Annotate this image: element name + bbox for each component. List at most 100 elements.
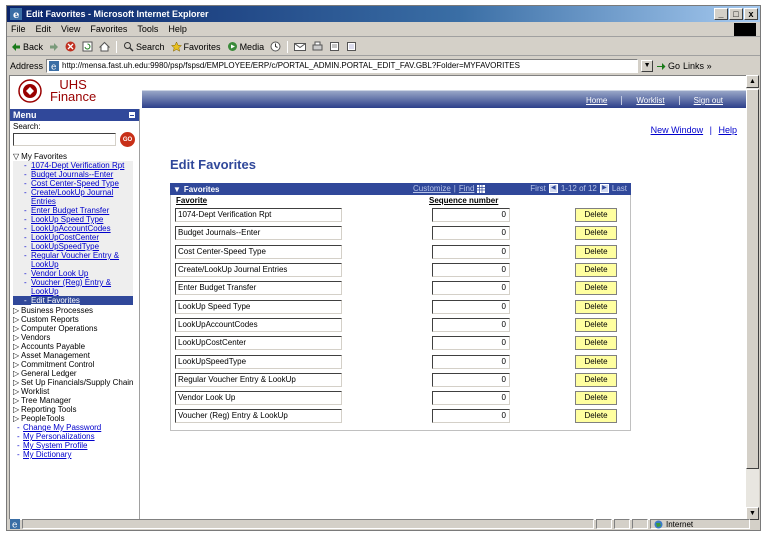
sidebar-folder[interactable]: ▷ Tree Manager [13,396,139,405]
sequence-number-input[interactable]: 0 [432,226,510,241]
menu-tools[interactable]: Tools [137,24,158,34]
favorite-name-input[interactable]: Enter Budget Transfer [175,281,342,296]
maximize-button[interactable]: □ [729,8,743,20]
sidebar-folder[interactable]: ▷ Commitment Control [13,360,139,369]
address-dropdown-button[interactable]: ▼ [641,59,654,72]
delete-button[interactable]: Delete [575,354,617,369]
delete-button[interactable]: Delete [575,244,617,259]
print-button[interactable] [312,41,323,52]
previous-page-icon[interactable]: ◀ [548,184,558,193]
favorite-name-input[interactable]: 1074-Dept Verification Rpt [175,208,342,223]
my-favorites-folder[interactable]: ▽ My Favorites [13,152,139,161]
sidebar-folder[interactable]: ▷ Asset Management [13,351,139,360]
favorite-name-input[interactable]: LookUpCostCenter [175,336,342,351]
sidebar-favorite-item[interactable]: LookUpSpeedType [13,242,133,251]
sidebar-tool-link[interactable]: Change My Password [13,423,139,432]
favorite-name-input[interactable]: LookUp Speed Type [175,299,342,314]
first-link[interactable]: First [530,184,546,193]
sequence-number-input[interactable]: 0 [432,372,510,387]
sequence-number-input[interactable]: 0 [432,208,510,223]
sequence-number-input[interactable]: 0 [432,409,510,424]
grid-title[interactable]: ▼ Favorites [173,185,220,194]
sidebar-folder[interactable]: ▷ PeopleTools [13,414,139,423]
menu-file[interactable]: File [11,24,26,34]
delete-button[interactable]: Delete [575,226,617,241]
sidebar-tool-link[interactable]: My System Profile [13,441,139,450]
stop-button[interactable] [65,41,76,52]
favorite-name-input[interactable]: Vendor Look Up [175,391,342,406]
favorite-name-input[interactable]: LookUpSpeedType [175,354,342,369]
delete-button[interactable]: Delete [575,263,617,278]
sequence-number-input[interactable]: 0 [432,354,510,369]
sidebar-favorite-item[interactable]: Budget Journals--Enter [13,170,133,179]
sidebar-favorite-item[interactable]: LookUpAccountCodes [13,224,133,233]
sidebar-favorite-item[interactable]: LookUpCostCenter [13,233,133,242]
delete-button[interactable]: Delete [575,391,617,406]
scroll-up-button[interactable]: ▲ [746,75,759,88]
address-input[interactable]: e http://mensa.fast.uh.edu:9980/psp/fsps… [46,58,639,73]
scroll-thumb[interactable] [746,89,759,469]
column-sequence-header[interactable]: Sequence number [429,196,519,205]
sidebar-favorite-item[interactable]: Edit Favorites [13,296,133,305]
vertical-scrollbar[interactable]: ▲ ▼ [746,75,759,520]
home-button[interactable] [99,41,111,52]
delete-button[interactable]: Delete [575,317,617,332]
sequence-number-input[interactable]: 0 [432,281,510,296]
delete-button[interactable]: Delete [575,281,617,296]
customize-link[interactable]: Customize [413,184,451,193]
favorite-name-input[interactable]: Cost Center-Speed Type [175,244,342,259]
search-button[interactable]: Search [123,41,165,52]
sidebar-favorite-item[interactable]: Enter Budget Transfer [13,206,133,215]
favorite-name-input[interactable]: Create/LookUp Journal Entries [175,263,342,278]
sidebar-favorite-item[interactable]: LookUp Speed Type [13,215,133,224]
sidebar-favorite-item[interactable]: Regular Voucher Entry & LookUp [13,251,133,269]
sequence-number-input[interactable]: 0 [432,244,510,259]
collapse-menu-icon[interactable] [128,111,136,119]
menu-help[interactable]: Help [168,24,187,34]
media-button[interactable]: Media [227,41,264,52]
links-button[interactable]: Links » [683,61,712,71]
close-button[interactable]: x [744,8,758,20]
menu-edit[interactable]: Edit [36,24,52,34]
sequence-number-input[interactable]: 0 [432,336,510,351]
sequence-number-input[interactable]: 0 [432,299,510,314]
forward-button[interactable] [49,42,59,52]
edit-button[interactable] [329,41,340,52]
nav-home-link[interactable]: Home [572,96,621,105]
delete-button[interactable]: Delete [575,208,617,223]
history-button[interactable] [270,41,281,52]
menu-favorites[interactable]: Favorites [90,24,127,34]
next-page-icon[interactable]: ▶ [599,184,609,193]
back-button[interactable]: Back [11,42,43,52]
sidebar-folder[interactable]: ▷ Set Up Financials/Supply Chain [13,378,139,387]
menu-search-go-button[interactable]: GO [120,132,135,147]
nav-signout-link[interactable]: Sign out [678,96,737,105]
sidebar-folder[interactable]: ▷ Worklist [13,387,139,396]
favorite-name-input[interactable]: Voucher (Reg) Entry & LookUp [175,409,342,424]
column-favorite-header[interactable]: Favorite [171,196,429,205]
help-link[interactable]: Help [718,125,737,135]
sidebar-folder[interactable]: ▷ Vendors [13,333,139,342]
sidebar-tool-link[interactable]: My Personalizations [13,432,139,441]
sidebar-folder[interactable]: ▷ Computer Operations [13,324,139,333]
sidebar-tool-link[interactable]: My Dictionary [13,450,139,459]
sidebar-folder[interactable]: ▷ Accounts Payable [13,342,139,351]
sidebar-folder[interactable]: ▷ Business Processes [13,306,139,315]
find-link[interactable]: Find [459,184,475,193]
minimize-button[interactable]: _ [714,8,728,20]
sequence-number-input[interactable]: 0 [432,263,510,278]
sidebar-folder[interactable]: ▷ Reporting Tools [13,405,139,414]
favorites-button[interactable]: Favorites [170,41,221,52]
nav-worklist-link[interactable]: Worklist [621,96,678,105]
view-all-grid-icon[interactable] [477,184,486,193]
sequence-number-input[interactable]: 0 [432,391,510,406]
new-window-link[interactable]: New Window [651,125,704,135]
delete-button[interactable]: Delete [575,372,617,387]
mail-button[interactable] [294,42,307,52]
sidebar-favorite-item[interactable]: 1074-Dept Verification Rpt [13,161,133,170]
sidebar-folder[interactable]: ▷ Custom Reports [13,315,139,324]
sidebar-favorite-item[interactable]: Cost Center-Speed Type [13,179,133,188]
menu-search-input[interactable] [13,133,116,146]
menu-view[interactable]: View [61,24,80,34]
favorite-name-input[interactable]: LookUpAccountCodes [175,317,342,332]
